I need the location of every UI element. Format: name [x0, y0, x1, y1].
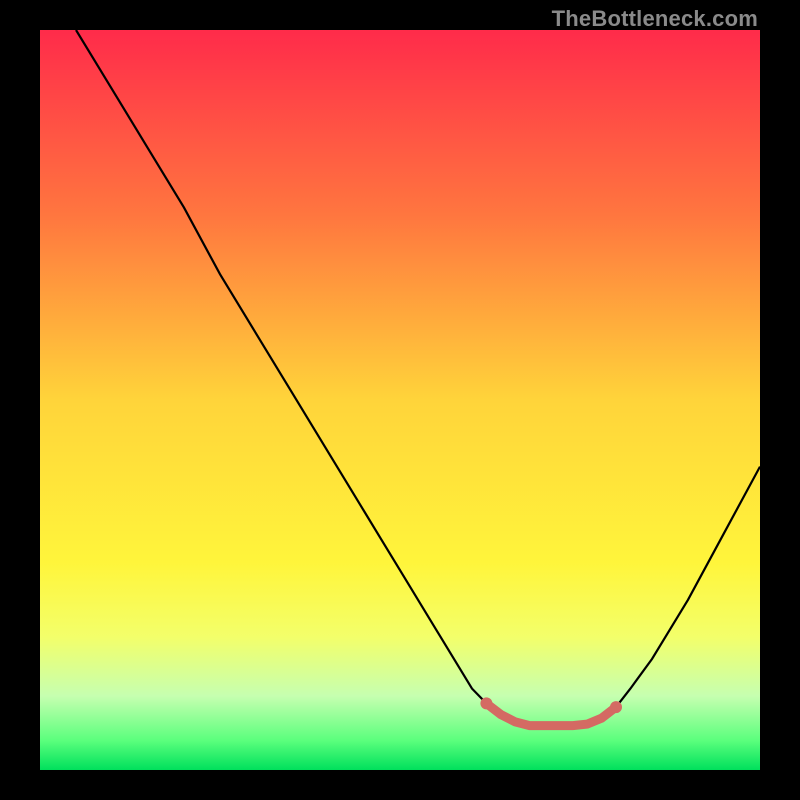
watermark-text: TheBottleneck.com	[552, 6, 758, 32]
sweet-spot-dot	[610, 701, 622, 713]
sweet-spot-dot	[480, 697, 492, 709]
bottleneck-chart	[40, 30, 760, 770]
chart-frame	[40, 30, 760, 770]
